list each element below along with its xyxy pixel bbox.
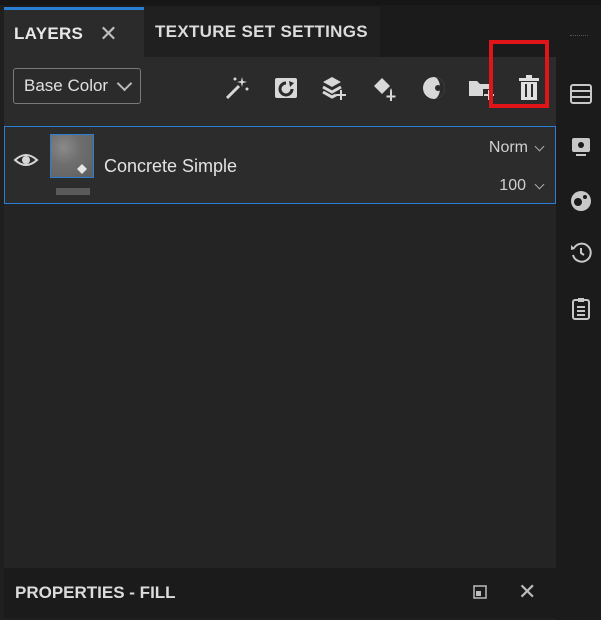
layers-list-icon[interactable] [567, 80, 595, 108]
chevron-down-icon [534, 179, 545, 189]
display-settings-icon[interactable] [567, 133, 595, 161]
tab-layers[interactable]: LAYERS ✕ [4, 7, 144, 57]
float-panel-icon[interactable] [473, 585, 487, 599]
mask-icon[interactable] [418, 72, 450, 104]
tab-texture-set-settings[interactable]: TEXTURE SET SETTINGS [144, 7, 380, 57]
right-sidebar [556, 5, 601, 620]
layer-thumbnail[interactable] [50, 134, 94, 178]
layers-toolbar: Base Color [4, 57, 556, 127]
blend-mode-value: Norm [488, 139, 528, 156]
layers-panel: LAYERS ✕ TEXTURE SET SETTINGS Base Color [4, 5, 556, 618]
opacity-dropdown[interactable]: 100 [499, 177, 545, 195]
properties-header: PROPERTIES - FILL ✕ [4, 568, 556, 618]
magic-wand-icon[interactable] [220, 72, 252, 104]
chevron-down-icon [534, 141, 545, 151]
fill-badge-icon [77, 164, 87, 174]
add-layer-icon[interactable] [270, 72, 302, 104]
eye-icon[interactable] [13, 150, 39, 170]
chevron-down-icon [116, 75, 133, 92]
add-fill-icon[interactable] [368, 72, 400, 104]
layer-row[interactable]: Concrete Simple Norm 100 [4, 126, 556, 204]
add-stack-icon[interactable] [318, 72, 350, 104]
trash-highlight-box [489, 40, 549, 108]
tab-texture-set-label: TEXTURE SET SETTINGS [155, 22, 368, 41]
blend-mode-dropdown[interactable]: Norm [488, 139, 545, 157]
panel-tabbar: LAYERS ✕ TEXTURE SET SETTINGS [4, 5, 556, 57]
shelf-icon[interactable] [567, 187, 595, 215]
properties-title: PROPERTIES - FILL [15, 583, 176, 602]
channel-dropdown-value: Base Color [24, 76, 109, 95]
channel-dropdown[interactable]: Base Color [13, 68, 141, 104]
opacity-value: 100 [499, 177, 526, 194]
log-icon[interactable] [567, 295, 595, 323]
close-icon[interactable]: ✕ [518, 579, 536, 605]
history-icon[interactable] [567, 239, 595, 267]
layer-name[interactable]: Concrete Simple [104, 156, 237, 177]
tab-layers-label: LAYERS [14, 23, 84, 43]
close-icon[interactable]: ✕ [99, 21, 118, 47]
layer-mask-bar [56, 188, 90, 195]
grip-handle[interactable] [570, 35, 588, 38]
